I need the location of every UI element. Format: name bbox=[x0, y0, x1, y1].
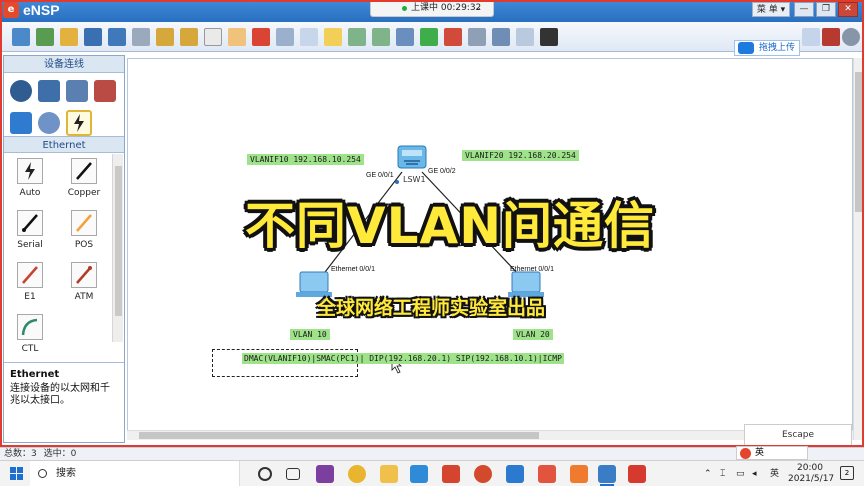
switch-lsw1-icon bbox=[397, 145, 427, 169]
recorder-icon[interactable] bbox=[628, 465, 646, 483]
port-eth-pc2: Ethernet 0/0/1 bbox=[510, 266, 554, 273]
ime-bar[interactable]: 英 bbox=[736, 446, 808, 460]
virtualbox-icon[interactable] bbox=[506, 465, 524, 483]
vlanif20-label: VLANIF20 192.168.20.254 bbox=[462, 150, 579, 161]
taskbar-search[interactable]: 搜索 bbox=[30, 461, 240, 486]
tray-network-icon[interactable]: ▭ bbox=[736, 461, 745, 486]
ime-language: 英 bbox=[755, 448, 765, 458]
overlay-title: 不同VLAN间通信 bbox=[244, 197, 656, 255]
powerpoint-icon[interactable] bbox=[474, 465, 492, 483]
switch-name: LSW1 bbox=[403, 175, 426, 184]
port-ge001: GE 0/0/1 bbox=[366, 172, 394, 179]
escape-hint[interactable]: Escape bbox=[744, 424, 852, 446]
file-explorer-icon[interactable] bbox=[380, 465, 398, 483]
taskbar: 搜索 ⌃ ⌶ ▭ ◂ 英 20:00 2021/5/17 2 bbox=[0, 460, 864, 486]
music-icon[interactable] bbox=[538, 465, 556, 483]
onenote-icon[interactable] bbox=[316, 465, 334, 483]
status-total: 总数：3 bbox=[4, 449, 37, 459]
port-ge002: GE 0/0/2 bbox=[428, 168, 456, 175]
cortana-icon[interactable] bbox=[258, 467, 272, 481]
vertical-scroll-thumb[interactable] bbox=[855, 72, 862, 212]
vlanif10-label: VLANIF10 192.168.10.254 bbox=[247, 154, 364, 165]
ensp-taskbar-icon[interactable] bbox=[598, 465, 616, 483]
taskbar-clock[interactable]: 20:00 2021/5/17 bbox=[788, 463, 835, 485]
task-view-icon[interactable] bbox=[286, 468, 300, 480]
horizontal-scroll-thumb[interactable] bbox=[139, 432, 539, 439]
status-selected: 选中：0 bbox=[43, 449, 77, 459]
ime-logo-icon bbox=[740, 448, 751, 459]
windows-start-icon[interactable] bbox=[10, 467, 24, 481]
search-placeholder: 搜索 bbox=[56, 468, 76, 479]
tool-icon[interactable] bbox=[570, 465, 588, 483]
overlay-subtitle: 全球网络工程师实验室出品 bbox=[316, 297, 545, 319]
search-icon bbox=[38, 469, 47, 478]
clock-time: 20:00 bbox=[797, 463, 823, 473]
vlan10-label: VLAN 10 bbox=[290, 329, 330, 340]
vlan20-label: VLAN 20 bbox=[513, 329, 553, 340]
tray-people-icon[interactable]: ⌃ bbox=[704, 461, 712, 486]
app-icon[interactable] bbox=[410, 465, 428, 483]
port-eth-pc1: Ethernet 0/0/1 bbox=[331, 266, 375, 273]
chrome-icon[interactable] bbox=[348, 465, 366, 483]
port-dot-icon bbox=[395, 180, 399, 184]
tray-language[interactable]: 英 bbox=[770, 461, 779, 486]
frame-header-text: DMAC(VLANIF10)|SMAC(PC1)| DIP(192.168.20… bbox=[242, 353, 564, 364]
vertical-scrollbar[interactable] bbox=[853, 58, 863, 440]
clock-date: 2021/5/17 bbox=[788, 474, 835, 484]
stop-app-icon[interactable] bbox=[442, 465, 460, 483]
notification-icon[interactable]: 2 bbox=[840, 466, 854, 480]
tray-volume-icon[interactable]: ◂ bbox=[752, 461, 757, 486]
status-bar: 总数：3 选中：0 bbox=[0, 447, 864, 460]
tray-mic-icon[interactable]: ⌶ bbox=[720, 461, 725, 486]
